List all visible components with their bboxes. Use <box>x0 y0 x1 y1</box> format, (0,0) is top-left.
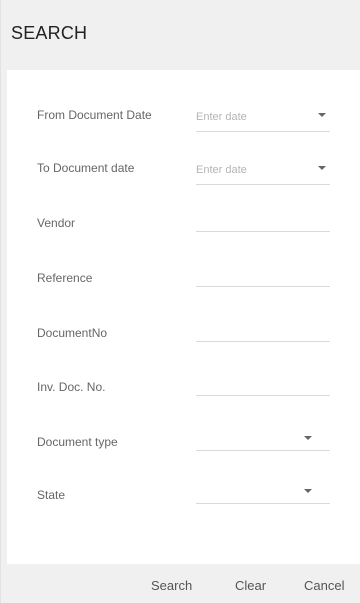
reference-field[interactable] <box>196 259 330 287</box>
vendor-field[interactable] <box>196 204 330 232</box>
document-no-label: DocumentNo <box>37 326 108 340</box>
reference-input[interactable] <box>196 263 306 281</box>
chevron-down-icon[interactable] <box>304 489 312 493</box>
chevron-down-icon[interactable] <box>304 436 312 440</box>
to-document-date-row: To Document date <box>7 161 360 201</box>
to-document-date-field[interactable] <box>196 157 330 185</box>
vendor-label: Vendor <box>37 216 76 230</box>
dialog-title: SEARCH <box>11 23 88 43</box>
reference-label: Reference <box>37 271 93 285</box>
to-document-date-input[interactable] <box>196 161 306 179</box>
state-label: State <box>37 488 66 502</box>
state-select[interactable] <box>196 476 330 504</box>
from-document-date-row: From Document Date <box>7 108 360 148</box>
vendor-row: Vendor <box>7 208 360 256</box>
from-document-date-label: From Document Date <box>37 108 152 122</box>
inv-doc-no-field[interactable] <box>196 368 330 396</box>
to-document-date-label: To Document date <box>37 161 135 175</box>
from-document-date-field[interactable] <box>196 104 330 132</box>
search-form: From Document Date To Document date Vend… <box>7 70 360 564</box>
from-document-date-input[interactable] <box>196 108 306 126</box>
search-dialog: SEARCH From Document Date To Document da… <box>0 0 360 603</box>
document-type-label: Document type <box>37 435 118 449</box>
document-no-row: DocumentNo <box>7 318 360 366</box>
vendor-input[interactable] <box>196 208 306 226</box>
dialog-footer: Search Clear Cancel <box>1 564 360 603</box>
document-no-input[interactable] <box>196 318 306 336</box>
chevron-down-icon[interactable] <box>318 166 326 170</box>
document-no-field[interactable] <box>196 314 330 342</box>
document-type-select[interactable] <box>196 423 330 451</box>
search-button[interactable]: Search <box>151 578 192 593</box>
reference-row: Reference <box>7 263 360 311</box>
inv-doc-no-row: Inv. Doc. No. <box>7 372 360 420</box>
document-type-row: Document type <box>7 435 360 475</box>
inv-doc-no-label: Inv. Doc. No. <box>37 380 106 394</box>
inv-doc-no-input[interactable] <box>196 372 306 390</box>
cancel-button[interactable]: Cancel <box>304 578 344 593</box>
state-row: State <box>7 488 360 528</box>
clear-button[interactable]: Clear <box>235 578 266 593</box>
chevron-down-icon[interactable] <box>318 113 326 117</box>
